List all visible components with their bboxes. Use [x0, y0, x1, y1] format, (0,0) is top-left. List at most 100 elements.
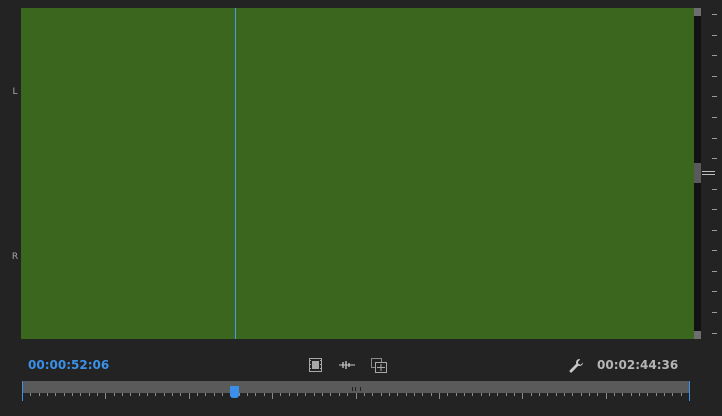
time-tick	[114, 393, 115, 396]
time-tick	[139, 393, 140, 396]
amplitude-tick	[712, 189, 717, 190]
film-strip-icon	[308, 358, 322, 372]
time-tick	[180, 393, 181, 396]
time-tick	[514, 393, 515, 396]
duration-timecode: 00:02:44:36	[597, 358, 679, 372]
time-tick	[656, 393, 657, 396]
time-tick	[589, 393, 590, 396]
amplitude-tick	[712, 209, 717, 210]
zoom-scroll-bar[interactable]	[22, 381, 690, 393]
time-tick	[189, 393, 190, 399]
audio-waveform-icon	[339, 361, 355, 369]
playhead-handle[interactable]	[230, 386, 239, 398]
time-tick	[531, 393, 532, 396]
time-tick	[280, 393, 281, 396]
time-tick	[581, 393, 582, 396]
time-tick	[389, 393, 390, 396]
time-tick	[39, 393, 40, 396]
time-tick	[614, 393, 615, 396]
time-tick	[597, 393, 598, 396]
drag-audio-only-button[interactable]	[338, 356, 356, 374]
amplitude-tick	[712, 230, 717, 231]
time-tick	[264, 393, 265, 396]
time-tick	[89, 393, 90, 396]
time-tick	[64, 393, 65, 396]
time-tick	[222, 393, 223, 396]
amplitude-tick	[712, 117, 717, 118]
time-tick	[539, 393, 540, 396]
time-tick	[572, 393, 573, 396]
time-tick	[556, 393, 557, 396]
time-tick	[381, 393, 382, 396]
amplitude-center-mark	[702, 171, 715, 172]
time-tick	[414, 393, 415, 396]
time-tick	[205, 393, 206, 396]
amplitude-tick	[712, 271, 717, 272]
time-tick	[239, 393, 240, 396]
channel-label-left: L	[12, 87, 18, 97]
out-point-marker	[689, 381, 690, 401]
time-tick	[622, 393, 623, 396]
in-point-marker	[22, 381, 23, 401]
time-tick	[197, 393, 198, 396]
settings-button[interactable]	[567, 356, 585, 374]
time-tick	[631, 393, 632, 396]
scrollbar-bottom-handle[interactable]	[694, 331, 701, 339]
export-frame-icon	[371, 357, 387, 373]
amplitude-tick	[712, 35, 717, 36]
scrollbar-center-handle[interactable]	[694, 163, 701, 183]
amplitude-ruler	[701, 8, 722, 339]
time-tick	[364, 393, 365, 396]
vertical-zoom-scrollbar[interactable]	[694, 8, 701, 339]
time-tick	[672, 393, 673, 396]
time-tick	[97, 393, 98, 396]
time-tick	[247, 393, 248, 396]
amplitude-tick	[712, 250, 717, 251]
amplitude-tick	[712, 138, 717, 139]
time-tick	[664, 393, 665, 396]
time-tick	[489, 393, 490, 396]
time-tick	[314, 393, 315, 396]
current-timecode[interactable]: 00:00:52:06	[28, 357, 109, 373]
time-tick	[439, 393, 440, 399]
time-tick	[305, 393, 306, 396]
playhead-line[interactable]	[235, 8, 236, 339]
time-tick	[347, 393, 348, 396]
time-tick	[214, 393, 215, 396]
time-tick	[464, 393, 465, 396]
time-tick	[372, 393, 373, 396]
time-tick	[122, 393, 123, 396]
time-tick	[55, 393, 56, 396]
amplitude-tick	[712, 158, 717, 159]
amplitude-tick	[712, 55, 717, 56]
time-tick	[522, 393, 523, 399]
time-tick	[297, 393, 298, 396]
amplitude-tick	[712, 96, 717, 97]
time-tick	[397, 393, 398, 396]
wrench-icon	[569, 358, 583, 373]
channel-label-right: R	[11, 252, 19, 262]
time-tick	[272, 393, 273, 399]
time-tick	[681, 393, 682, 396]
time-tick	[322, 393, 323, 396]
audio-waveform-display[interactable]	[21, 8, 694, 339]
zoom-bar-grip[interactable]	[352, 387, 361, 391]
time-tick	[330, 393, 331, 396]
export-frame-button[interactable]	[370, 356, 388, 374]
time-tick	[481, 393, 482, 396]
time-tick	[105, 393, 106, 399]
time-tick	[155, 393, 156, 396]
time-tick	[164, 393, 165, 396]
time-tick	[456, 393, 457, 396]
time-tick	[147, 393, 148, 396]
time-tick	[472, 393, 473, 396]
scrollbar-top-handle[interactable]	[694, 8, 701, 16]
time-tick	[647, 393, 648, 396]
time-tick	[72, 393, 73, 396]
drag-video-only-button[interactable]	[306, 356, 324, 374]
time-tick	[130, 393, 131, 396]
time-tick	[289, 393, 290, 396]
amplitude-tick	[712, 14, 717, 15]
time-ruler[interactable]	[22, 381, 690, 401]
time-tick	[47, 393, 48, 396]
